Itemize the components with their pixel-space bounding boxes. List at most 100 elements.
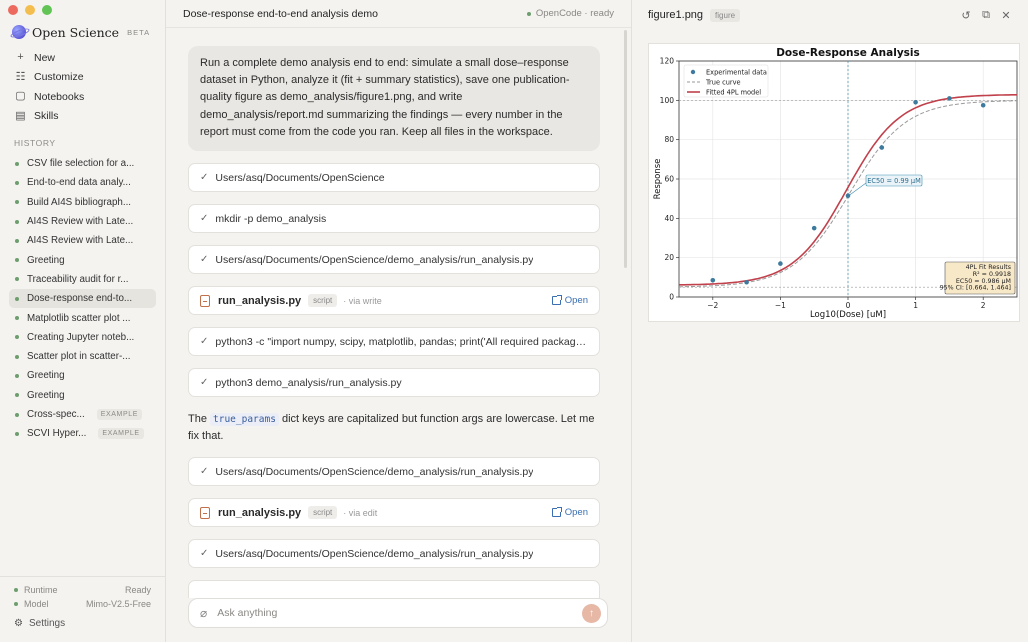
figure-panel: figure1.png figure ↺ ⧉ ✕ Dose-Response A… bbox=[632, 0, 1028, 642]
history-item-label: Creating Jupyter noteb... bbox=[27, 331, 135, 343]
example-badge: EXAMPLE bbox=[98, 428, 144, 440]
history-item[interactable]: Cross-spec... EXAMPLE bbox=[9, 405, 156, 424]
y-tick-label: 80 bbox=[664, 135, 674, 144]
data-point bbox=[744, 279, 749, 285]
nav-skills[interactable]: ▤ Skills bbox=[0, 107, 165, 127]
close-icon[interactable]: ✕ bbox=[1000, 9, 1012, 22]
file-name: run_analysis.py bbox=[218, 506, 302, 519]
check-icon: ✓ bbox=[200, 172, 209, 184]
tool-step-text: Users/asq/Documents/OpenScience bbox=[215, 171, 385, 184]
external-link-icon[interactable]: ⧉ bbox=[980, 9, 992, 22]
history-title: HISTORY bbox=[14, 138, 56, 148]
legend-label: True curve bbox=[705, 78, 741, 86]
book-icon: ▤ bbox=[15, 109, 26, 122]
send-button[interactable]: ↑ bbox=[582, 603, 601, 623]
history-icon[interactable]: ↺ bbox=[960, 9, 972, 22]
nav-notebooks[interactable]: ▢ Notebooks bbox=[0, 87, 165, 107]
close-window-button[interactable] bbox=[8, 5, 18, 15]
plus-icon: + bbox=[17, 51, 24, 64]
window-controls bbox=[8, 5, 52, 15]
history-item-label: AI4S Review with Late... bbox=[27, 235, 134, 247]
status-dot-icon bbox=[15, 238, 19, 243]
figure-title: figure1.png bbox=[648, 9, 704, 21]
file-card[interactable]: run_analysis.py script · via edit Open bbox=[188, 498, 600, 528]
history-item[interactable]: Traceability audit for r... bbox=[9, 270, 156, 289]
tool-step-text: python3 demo_analysis/run_analysis.py bbox=[215, 376, 402, 389]
tool-step[interactable]: ✓ Users/asq/Documents/OpenScience/demo_a… bbox=[188, 539, 600, 569]
status-dot-icon bbox=[15, 161, 19, 166]
data-point bbox=[913, 100, 918, 105]
history-item[interactable]: CSV file selection for a... bbox=[9, 154, 156, 173]
nav-label: Customize bbox=[34, 71, 84, 84]
open-file-button[interactable]: Open bbox=[551, 295, 588, 307]
data-point bbox=[710, 277, 716, 283]
history-item[interactable]: End-to-end data analy... bbox=[9, 173, 156, 192]
history-item[interactable]: AI4S Review with Late... bbox=[9, 231, 156, 250]
sidebar-nav: + New ☷ Customize ▢ Notebooks ▤ Skills bbox=[0, 48, 165, 126]
history-item[interactable]: Dose-response end-to... bbox=[9, 289, 156, 309]
maximize-window-button[interactable] bbox=[42, 5, 52, 15]
x-tick-label: −1 bbox=[775, 301, 786, 310]
y-tick-label: 40 bbox=[664, 214, 674, 223]
runtime-value: Ready bbox=[124, 585, 151, 595]
y-tick-label: 60 bbox=[664, 175, 674, 184]
history-item[interactable]: Greeting bbox=[9, 386, 156, 405]
history-item[interactable]: SCVI Hyper... EXAMPLE bbox=[9, 424, 156, 443]
file-tag: script bbox=[308, 506, 338, 520]
tool-step[interactable]: ✓ mkdir -p demo_analysis bbox=[188, 204, 600, 234]
chat-transcript[interactable]: Run a complete demo analysis end to end:… bbox=[166, 29, 631, 598]
file-via: · via write bbox=[343, 295, 382, 306]
history-item[interactable]: Scatter plot in scatter-... bbox=[9, 347, 156, 366]
nav-new[interactable]: + New bbox=[0, 48, 165, 68]
check-icon: ✓ bbox=[200, 336, 209, 348]
status-dot-icon bbox=[14, 588, 18, 592]
tool-step[interactable]: ✓ python3 -c "import numpy, scipy, matpl… bbox=[188, 327, 600, 357]
nav-label: Notebooks bbox=[34, 90, 85, 103]
history-item[interactable]: AI4S Review with Late... bbox=[9, 212, 156, 231]
open-file-button[interactable]: Open bbox=[551, 507, 588, 519]
data-point bbox=[947, 96, 952, 101]
settings-button[interactable]: ⚙ Settings bbox=[0, 618, 165, 629]
history-item-label: Matplotlib scatter plot ... bbox=[27, 312, 131, 324]
minimize-window-button[interactable] bbox=[25, 5, 35, 15]
open-label: Open bbox=[564, 507, 588, 519]
history-item[interactable]: Greeting bbox=[9, 366, 156, 385]
legend-marker bbox=[690, 69, 696, 75]
history-item[interactable]: Greeting bbox=[9, 250, 156, 269]
status-dot-icon bbox=[526, 11, 531, 16]
history-item[interactable]: Matplotlib scatter plot ... bbox=[9, 308, 156, 327]
tool-step[interactable]: ✓ Users/asq/Documents/OpenScience/demo_a… bbox=[188, 245, 600, 275]
arrow-up-icon: ↑ bbox=[589, 607, 594, 619]
settings-label: Settings bbox=[28, 618, 66, 629]
paperclip-icon[interactable]: ⌀ bbox=[200, 606, 207, 620]
history-list: CSV file selection for a... End-to-end da… bbox=[0, 154, 165, 443]
history-item-label: Cross-spec... bbox=[27, 409, 85, 420]
open-label: Open bbox=[564, 295, 588, 307]
status-dot-icon bbox=[15, 431, 19, 436]
model-status[interactable]: Model Mimo-V2.5-Free bbox=[0, 597, 165, 611]
model-label: Model bbox=[24, 599, 49, 609]
tool-step[interactable]: ✓ Users/asq/Documents/OpenScience/demo_a… bbox=[188, 457, 600, 487]
app-window: Open Science BETA + New ☷ Customize ▢ No… bbox=[0, 0, 1028, 642]
status-text: OpenCode · ready bbox=[535, 8, 614, 19]
status-dot-icon bbox=[15, 200, 19, 205]
tool-step[interactable] bbox=[188, 580, 600, 598]
nav-customize[interactable]: ☷ Customize bbox=[0, 68, 165, 88]
chat-input[interactable] bbox=[217, 607, 582, 619]
history-item[interactable]: Creating Jupyter noteb... bbox=[9, 328, 156, 347]
history-item-label: Dose-response end-to... bbox=[27, 293, 133, 305]
scrollbar[interactable] bbox=[624, 30, 627, 268]
sidebar-footer: Runtime Ready Model Mimo-V2.5-Free ⚙ Set… bbox=[0, 576, 165, 642]
history-item[interactable]: Build AI4S bibliograph... bbox=[9, 193, 156, 212]
example-badge: EXAMPLE bbox=[96, 409, 142, 420]
history-item-label: Build AI4S bibliograph... bbox=[27, 196, 132, 208]
file-card[interactable]: run_analysis.py script · via write Open bbox=[188, 286, 600, 316]
y-tick-label: 100 bbox=[660, 96, 675, 105]
sidebar: Open Science BETA + New ☷ Customize ▢ No… bbox=[0, 0, 166, 642]
data-point bbox=[778, 261, 783, 266]
y-tick-label: 0 bbox=[669, 293, 674, 302]
x-tick-label: 1 bbox=[913, 301, 918, 310]
tool-step[interactable]: ✓ python3 demo_analysis/run_analysis.py bbox=[188, 368, 600, 398]
tool-step[interactable]: ✓ Users/asq/Documents/OpenScience bbox=[188, 163, 600, 193]
check-icon: ✓ bbox=[200, 213, 209, 225]
